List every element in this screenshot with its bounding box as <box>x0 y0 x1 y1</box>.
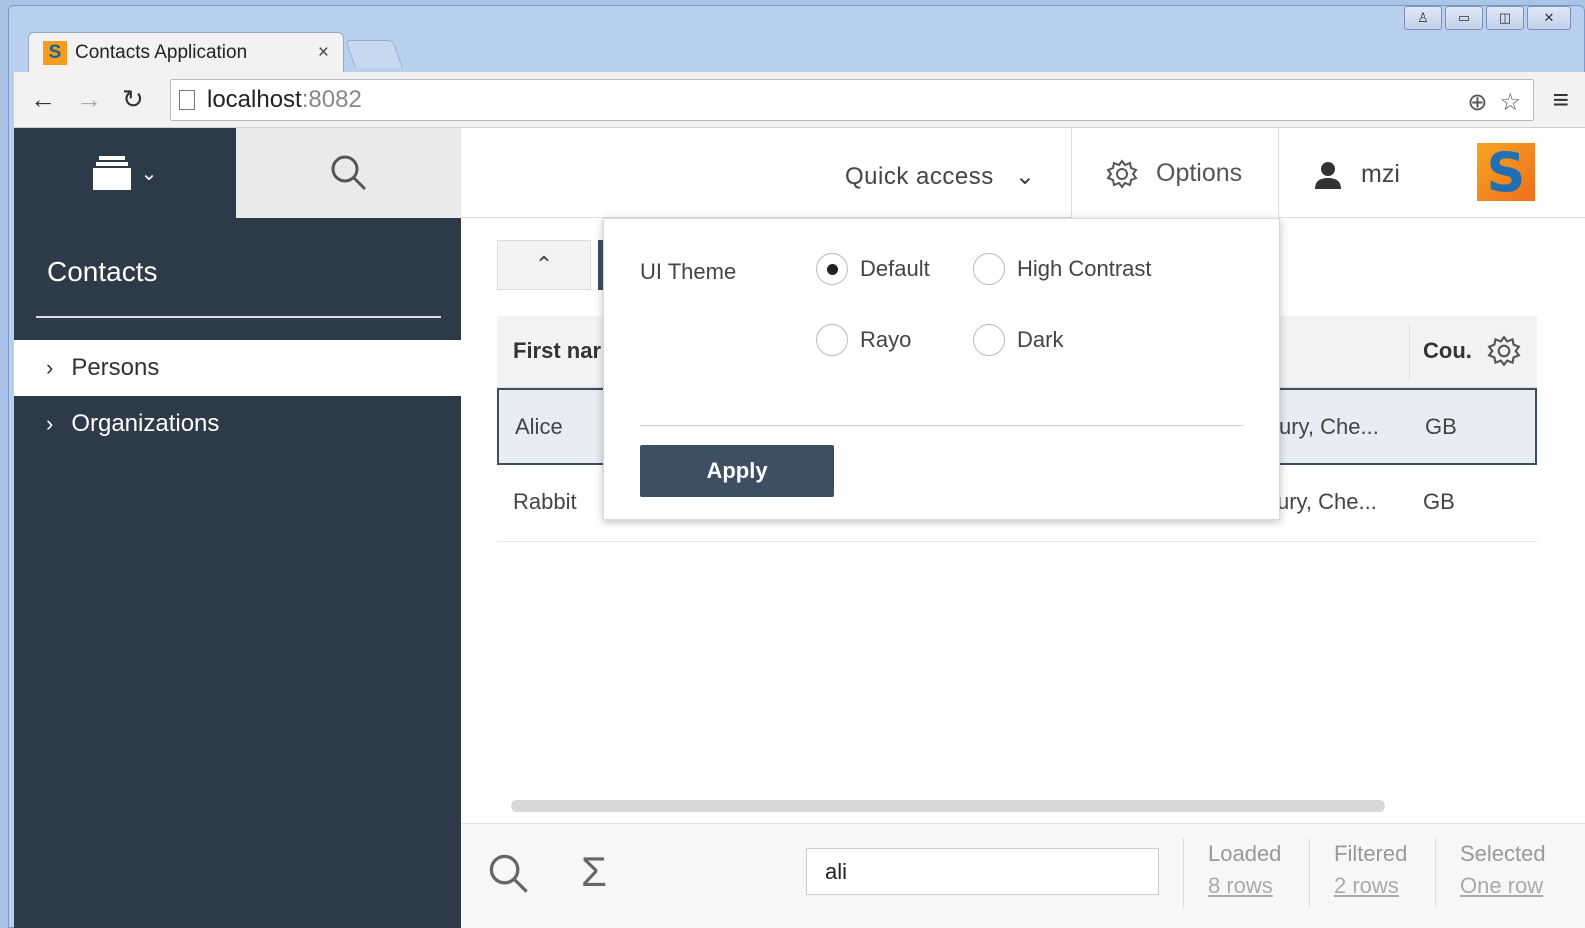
app-menu-button[interactable]: ⌄ <box>14 128 236 218</box>
chevron-down-icon: ⌄ <box>140 162 158 185</box>
sidebar-item-organizations[interactable]: › Organizations <box>14 396 461 452</box>
reload-icon[interactable]: ↻ <box>122 84 144 115</box>
address-bar[interactable]: localhost:8082 ⊕ ☆ <box>170 79 1534 121</box>
quick-access-menu[interactable]: Quick access ⌄ <box>845 162 1036 191</box>
options-popup: UI Theme Default High Contrast Rayo Dark… <box>603 218 1280 520</box>
radio-button-icon <box>816 324 848 356</box>
sidebar: ⌄ Contacts › Persons › Organizations <box>14 128 461 928</box>
apply-button[interactable]: Apply <box>640 445 834 497</box>
app-favicon-icon: S <box>43 40 67 65</box>
tab-close-icon[interactable]: × <box>318 42 329 64</box>
app-header: Quick access ⌄ Options mzi S <box>461 128 1585 219</box>
cell-first-name: Alice <box>515 414 563 439</box>
filtered-rows-link[interactable]: 2 rows <box>1334 870 1407 902</box>
theme-option-label: Default <box>860 256 930 281</box>
theme-radio-default[interactable]: Default <box>816 253 930 285</box>
filtered-label: Filtered <box>1334 841 1408 866</box>
theme-radio-high-contrast[interactable]: High Contrast <box>973 253 1152 285</box>
stack-icon <box>92 156 131 190</box>
selected-rows-link[interactable]: One row <box>1460 870 1546 902</box>
gear-icon <box>1106 158 1138 189</box>
theme-option-label: Dark <box>1017 327 1064 352</box>
cell-country: GB <box>1425 414 1457 439</box>
filtered-rows-stat: Filtered 2 rows <box>1309 838 1407 908</box>
column-header-country[interactable]: Cou. <box>1423 338 1472 364</box>
search-icon <box>331 155 366 191</box>
user-profile-icon[interactable]: ♙ <box>1404 6 1442 30</box>
sidebar-item-persons[interactable]: › Persons <box>14 340 461 396</box>
column-settings-gear-icon[interactable] <box>1487 334 1521 368</box>
sidebar-top: ⌄ <box>14 128 461 218</box>
cell-address: ury, Che... <box>1277 489 1377 514</box>
radio-button-icon <box>973 253 1005 285</box>
browser-tab[interactable]: S Contacts Application × <box>28 32 344 72</box>
maximize-button[interactable]: ◫ <box>1486 6 1524 30</box>
user-menu[interactable]: mzi <box>1313 160 1400 189</box>
column-header-first-name[interactable]: First nar <box>513 338 601 364</box>
selected-label: Selected <box>1460 841 1546 866</box>
chevron-up-icon: ⌃ <box>534 252 554 277</box>
column-divider <box>1409 324 1410 380</box>
quick-access-label: Quick access <box>845 163 994 190</box>
chevron-right-icon: › <box>46 355 54 380</box>
theme-option-label: High Contrast <box>1017 256 1152 281</box>
app-logo: S <box>1477 141 1535 204</box>
page-icon <box>179 90 195 110</box>
new-tab-button[interactable] <box>344 40 404 68</box>
theme-option-label: Rayo <box>860 327 912 352</box>
sidebar-divider <box>36 316 441 318</box>
browser-menu-icon[interactable]: ≡ <box>1553 84 1569 116</box>
radio-button-icon <box>816 253 848 285</box>
bookmark-star-icon[interactable]: ☆ <box>1499 88 1521 117</box>
popup-divider <box>640 425 1244 426</box>
theme-radio-rayo[interactable]: Rayo <box>816 324 911 356</box>
ui-theme-label: UI Theme <box>640 259 737 284</box>
chevron-down-icon: ⌄ <box>1014 163 1036 190</box>
chevron-right-icon: › <box>46 411 54 436</box>
cell-first-name: Rabbit <box>513 489 577 514</box>
sidebar-item-label: Organizations <box>71 410 220 437</box>
radio-button-icon <box>973 324 1005 356</box>
forward-arrow-icon[interactable]: → <box>76 84 102 115</box>
filter-input[interactable] <box>806 848 1159 895</box>
user-icon <box>1315 161 1341 189</box>
options-button[interactable]: Options <box>1071 128 1279 219</box>
sidebar-search-button[interactable] <box>236 128 461 218</box>
horizontal-scrollbar[interactable] <box>511 800 1385 812</box>
table-footer: Σ Loaded 8 rows Filtered 2 rows Selected… <box>461 823 1585 928</box>
filter-search-icon[interactable] <box>487 852 531 896</box>
user-name: mzi <box>1361 160 1400 188</box>
theme-radio-dark[interactable]: Dark <box>973 324 1063 356</box>
url-port: :8082 <box>301 86 362 113</box>
zoom-icon[interactable]: ⊕ <box>1467 88 1487 117</box>
cell-address: ury, Che... <box>1279 414 1379 439</box>
tab-title: Contacts Application <box>75 41 248 63</box>
loaded-label: Loaded <box>1208 841 1282 866</box>
cell-country: GB <box>1423 489 1455 514</box>
loaded-rows-stat: Loaded 8 rows <box>1183 838 1281 908</box>
close-window-button[interactable]: ✕ <box>1527 6 1571 30</box>
window-controls: ♙ ▭ ◫ ✕ <box>1404 6 1571 30</box>
collapse-button[interactable]: ⌃ <box>497 240 591 290</box>
back-arrow-icon[interactable]: ← <box>30 84 56 115</box>
options-label: Options <box>1156 159 1243 187</box>
browser-toolbar: ← → ↻ localhost:8082 ⊕ ☆ ≡ <box>14 72 1585 128</box>
minimize-button[interactable]: ▭ <box>1445 6 1483 30</box>
sum-icon[interactable]: Σ <box>581 848 607 896</box>
selected-rows-stat: Selected One row <box>1435 838 1546 908</box>
sidebar-item-label: Persons <box>71 354 160 381</box>
url-host: localhost <box>207 86 302 113</box>
loaded-rows-link[interactable]: 8 rows <box>1208 870 1281 902</box>
sidebar-title: Contacts <box>47 256 158 287</box>
